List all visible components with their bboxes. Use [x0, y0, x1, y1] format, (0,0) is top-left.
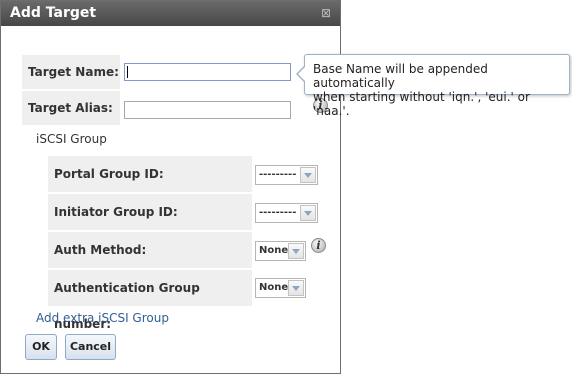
target-alias-input[interactable]: [124, 101, 291, 119]
initiator-group-label-text: Initiator Group ID:: [54, 205, 178, 219]
auth-method-value: None: [259, 245, 289, 256]
dialog-titlebar[interactable]: Add Target ⊠: [1, 1, 340, 26]
portal-group-select[interactable]: ---------: [255, 165, 318, 185]
chevron-down-icon[interactable]: [288, 243, 304, 259]
auth-group-select[interactable]: None: [255, 278, 306, 298]
auth-group-label: Authentication Group number:: [48, 270, 252, 331]
tooltip-line-2: when starting without 'iqn.', 'eui.' or …: [313, 90, 530, 118]
cancel-button[interactable]: Cancel: [65, 334, 116, 360]
target-alias-label: Target Alias:: [22, 91, 120, 125]
add-target-dialog: Add Target ⊠ Target Name: Target Alias: …: [0, 0, 341, 374]
auth-method-select[interactable]: None: [255, 241, 306, 261]
initiator-group-select[interactable]: ---------: [255, 203, 318, 223]
target-name-input[interactable]: [124, 63, 291, 81]
chevron-down-icon[interactable]: [300, 167, 316, 183]
initiator-group-value: ---------: [259, 207, 297, 218]
portal-group-value: ---------: [259, 169, 297, 180]
auth-method-label-text: Auth Method:: [54, 243, 147, 257]
tooltip-line-1: Base Name will be appended automatically: [313, 62, 488, 90]
target-alias-label-text: Target Alias:: [28, 101, 113, 115]
auth-group-value: None: [259, 282, 289, 293]
chevron-down-icon[interactable]: [288, 280, 304, 296]
iscsi-group-heading: iSCSI Group: [36, 132, 107, 146]
tooltip-pointer-fill: [298, 66, 306, 82]
auth-method-info-icon[interactable]: i: [311, 238, 326, 253]
text-caret: [127, 66, 128, 78]
dialog-title: Add Target: [10, 5, 97, 21]
ok-button[interactable]: OK: [25, 334, 57, 360]
add-extra-iscsi-group-link[interactable]: Add extra iSCSI Group: [36, 311, 169, 325]
initiator-group-label: Initiator Group ID:: [48, 194, 252, 230]
chevron-down-icon[interactable]: [300, 205, 316, 221]
portal-group-label-text: Portal Group ID:: [54, 167, 164, 181]
close-icon[interactable]: ⊠: [321, 1, 331, 26]
target-name-label-text: Target Name:: [28, 65, 119, 79]
target-name-label: Target Name:: [22, 55, 120, 89]
portal-group-label: Portal Group ID:: [48, 156, 252, 192]
target-name-tooltip: Base Name will be appended automatically…: [296, 54, 570, 118]
auth-method-label: Auth Method:: [48, 232, 252, 268]
